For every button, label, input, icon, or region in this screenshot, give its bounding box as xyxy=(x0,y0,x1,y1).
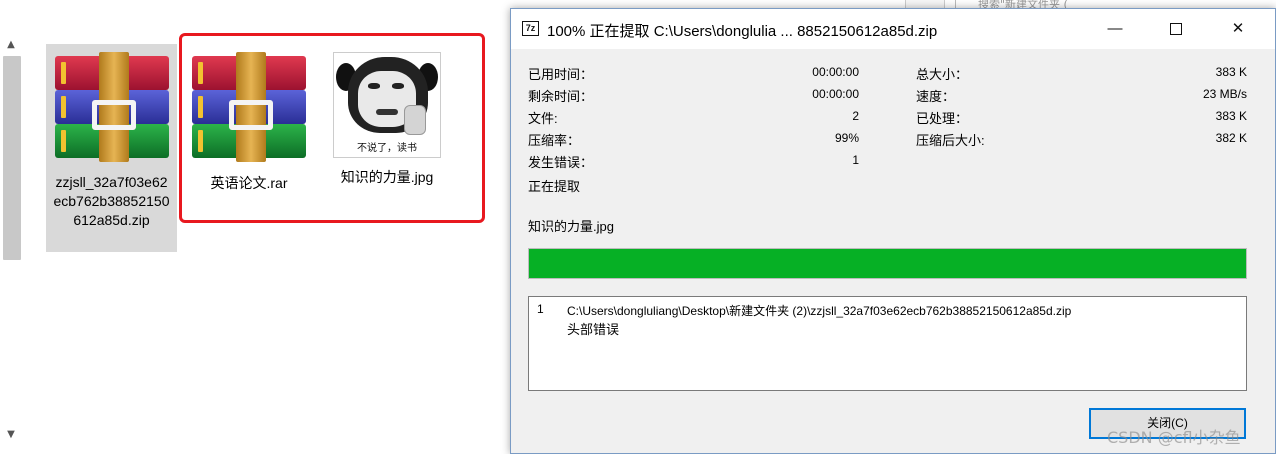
progress-bar-fill xyxy=(529,249,1246,278)
dialog-titlebar[interactable]: 7z 100% 正在提取 C:\Users\donglulia ... 8852… xyxy=(511,9,1275,49)
stat-label-elapsed: 已用时间： xyxy=(528,67,594,82)
dialog-title: 100% 正在提取 C:\Users\donglulia ... 8852150… xyxy=(547,23,938,40)
stat-value-files: 2 xyxy=(852,109,859,123)
7zip-app-icon: 7z xyxy=(522,21,539,36)
stat-label-errors: 发生错误： xyxy=(528,155,594,170)
log-entry-message: 头部错误 xyxy=(567,322,620,337)
stat-value-speed: 23 MB/s xyxy=(1202,87,1247,101)
highlight-annotation-box xyxy=(179,33,485,223)
screen: 搜索"新建文件夹 ( ▲ ▼ zzjsll_32a7f03e62ecb762b3… xyxy=(0,0,1276,454)
stat-value-total-size: 383 K xyxy=(1215,65,1247,79)
stat-label-remaining: 剩余时间： xyxy=(528,89,594,104)
stat-value-elapsed: 00:00:00 xyxy=(812,65,859,79)
stat-value-ratio: 99% xyxy=(834,131,859,145)
stat-value-processed: 383 K xyxy=(1215,109,1247,123)
current-file-name: 知识的力量.jpg xyxy=(528,219,614,234)
stat-value-remaining: 00:00:00 xyxy=(812,87,859,101)
file-name: zzjsll_32a7f03e62ecb762b38852150612a85d.… xyxy=(53,174,170,228)
vertical-scrollbar-thumb[interactable] xyxy=(3,56,21,260)
scroll-down-arrow-icon[interactable]: ▼ xyxy=(4,428,18,442)
stat-label-compressed-size: 压缩后大小: xyxy=(916,133,985,148)
log-entry-index: 1 xyxy=(537,302,544,316)
stat-value-compressed-size: 382 K xyxy=(1215,131,1247,145)
status-text: 正在提取 xyxy=(528,179,581,194)
extraction-progress-dialog: 7z 100% 正在提取 C:\Users\donglulia ... 8852… xyxy=(510,8,1276,454)
maximize-icon xyxy=(1170,23,1182,36)
maximize-button[interactable] xyxy=(1153,9,1199,49)
extraction-progress-bar xyxy=(528,248,1247,279)
watermark-text: CSDN @cfl小杂鱼 xyxy=(1107,428,1241,447)
close-window-button[interactable]: ✕ xyxy=(1215,9,1261,49)
stat-label-total-size: 总大小： xyxy=(916,67,969,82)
stat-value-errors: 1 xyxy=(852,153,859,167)
error-log-list[interactable]: 1 C:\Users\dongluliang\Desktop\新建文件夹 (2)… xyxy=(528,296,1247,391)
log-entry-path: C:\Users\dongluliang\Desktop\新建文件夹 (2)\z… xyxy=(567,304,1072,318)
scroll-up-arrow-icon[interactable]: ▲ xyxy=(4,38,18,52)
winrar-archive-icon xyxy=(54,52,169,162)
file-item-zip[interactable]: zzjsll_32a7f03e62ecb762b38852150612a85d.… xyxy=(46,44,177,252)
stat-label-processed: 已处理： xyxy=(916,111,969,126)
stat-label-ratio: 压缩率： xyxy=(528,133,581,148)
stat-label-speed: 速度： xyxy=(916,89,956,104)
stat-label-files: 文件: xyxy=(528,111,558,126)
minimize-button[interactable]: — xyxy=(1092,9,1138,49)
